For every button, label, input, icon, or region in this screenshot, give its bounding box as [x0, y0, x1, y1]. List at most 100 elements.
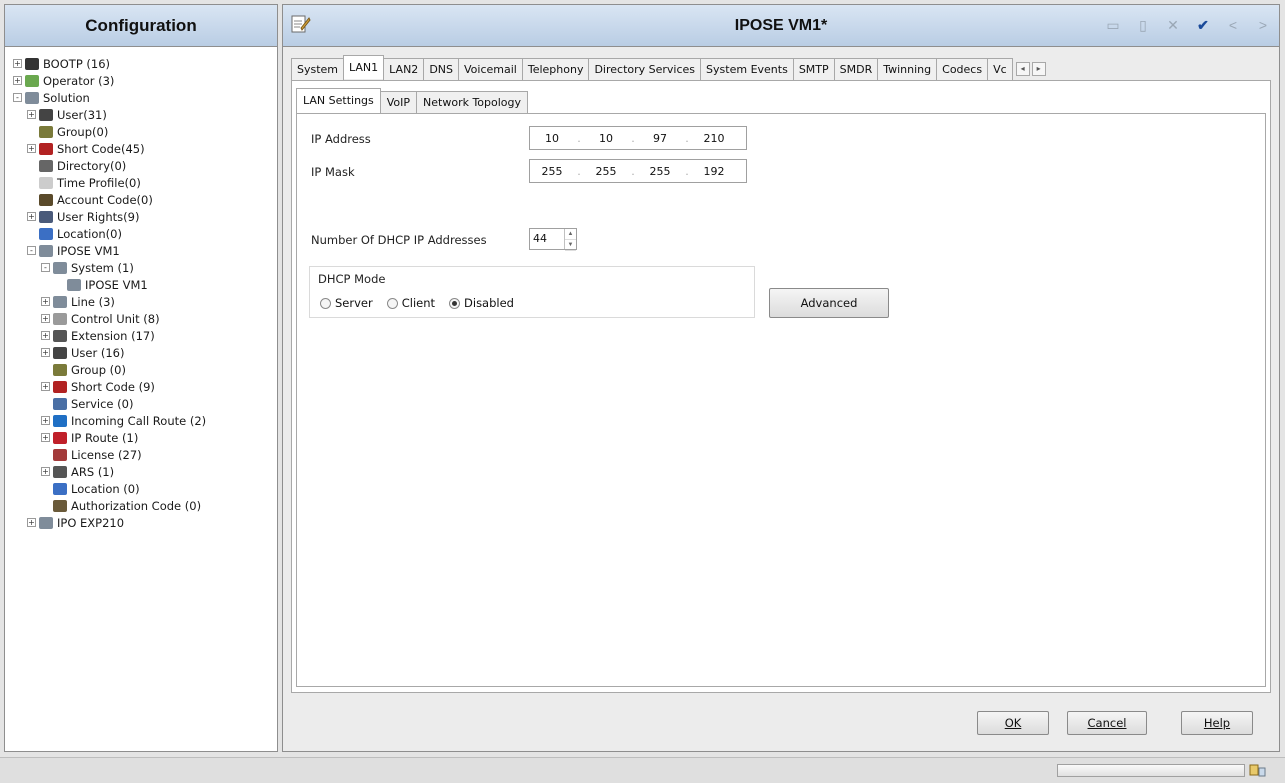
copy-record-icon[interactable]: ▯ — [1135, 17, 1151, 33]
tab-directory-services[interactable]: Directory Services — [588, 58, 702, 80]
spin-down-icon[interactable]: ▼ — [565, 240, 576, 251]
dhcp-mode-disabled-label[interactable]: Disabled — [464, 296, 514, 310]
tree-item[interactable]: - System (1) — [9, 259, 277, 276]
tab-scroll-left-icon[interactable]: ◂ — [1015, 62, 1030, 76]
tree-item[interactable]: + Extension (17) — [9, 327, 277, 344]
ip-address-octet-4[interactable]: 210 — [692, 132, 736, 145]
tab-system[interactable]: System — [291, 58, 345, 80]
dhcp-count-value[interactable]: 44 — [530, 229, 564, 249]
tree-item[interactable]: + Incoming Call Route (2) — [9, 412, 277, 429]
tree-item[interactable]: Directory(0) — [9, 157, 277, 174]
tab-twinning[interactable]: Twinning — [877, 58, 938, 80]
ip-mask-octet-3[interactable]: 255 — [638, 165, 682, 178]
ip-address-octet-1[interactable]: 10 — [530, 132, 574, 145]
expand-icon[interactable]: + — [13, 59, 22, 68]
expand-icon[interactable]: + — [13, 76, 22, 85]
tree-item[interactable]: + BOOTP (16) — [9, 55, 277, 72]
dhcp-mode-server-label[interactable]: Server — [335, 296, 373, 310]
ip-address-octet-3[interactable]: 97 — [638, 132, 682, 145]
previous-icon[interactable]: < — [1225, 17, 1241, 33]
expand-icon[interactable]: + — [41, 433, 50, 442]
expand-icon[interactable]: + — [41, 382, 50, 391]
expand-icon[interactable]: + — [41, 348, 50, 357]
expand-icon[interactable]: + — [41, 314, 50, 323]
close-icon[interactable]: ✕ — [1165, 17, 1181, 33]
dhcp-mode-server-radio[interactable] — [320, 297, 331, 309]
tab-voicemail[interactable]: Voicemail — [458, 58, 523, 80]
tree-item[interactable]: Location (0) — [9, 480, 277, 497]
configuration-pane: Configuration + BOOTP (16) + Operator (3) - S… — [4, 4, 278, 752]
tree-item[interactable]: Group (0) — [9, 361, 277, 378]
subtab-lan-settings[interactable]: LAN Settings — [296, 88, 381, 113]
tab-dns[interactable]: DNS — [423, 58, 459, 80]
tree-item[interactable]: + Short Code(45) — [9, 140, 277, 157]
tree-item[interactable]: Location(0) — [9, 225, 277, 242]
spin-up-icon[interactable]: ▲ — [565, 229, 576, 240]
tree-item[interactable]: Service (0) — [9, 395, 277, 412]
tree-item[interactable]: + Operator (3) — [9, 72, 277, 89]
dhcp-mode-client-radio[interactable] — [386, 297, 398, 309]
tree-item[interactable]: + Short Code (9) — [9, 378, 277, 395]
tree-item[interactable]: + Control Unit (8) — [9, 310, 277, 327]
dhcp-mode-disabled-radio[interactable] — [449, 297, 461, 309]
expand-icon[interactable]: + — [41, 331, 50, 340]
new-record-icon[interactable]: ▭ — [1105, 17, 1121, 33]
expand-icon[interactable]: + — [27, 212, 36, 221]
next-icon[interactable]: > — [1255, 17, 1271, 33]
tab-smtp[interactable]: SMTP — [792, 58, 835, 80]
advanced-button[interactable]: Advanced — [769, 288, 889, 318]
cancel-button[interactable]: Cancel — [1067, 711, 1147, 735]
expand-icon[interactable]: + — [41, 297, 50, 306]
tree-item[interactable]: Group(0) — [9, 123, 277, 140]
check-icon[interactable]: ✔ — [1195, 17, 1211, 33]
tree-item[interactable]: + ARS (1) — [9, 463, 277, 480]
expand-icon[interactable]: + — [41, 467, 50, 476]
tree-item[interactable]: + User(31) — [9, 106, 277, 123]
help-button[interactable]: Help — [1181, 711, 1253, 735]
tree-item[interactable]: - Solution — [9, 89, 277, 106]
dhcp-count-spinner[interactable]: 44 ▲ ▼ — [529, 228, 577, 251]
collapse-icon[interactable]: - — [27, 246, 36, 255]
ip-mask-field[interactable]: 255. 255. 255. 192 — [529, 159, 747, 183]
subtab-network-topology[interactable]: Network Topology — [416, 91, 529, 113]
tab-system-events[interactable]: System Events — [700, 58, 794, 80]
subtab-voip[interactable]: VoIP — [379, 91, 418, 113]
expand-icon[interactable]: + — [27, 110, 36, 119]
collapse-icon[interactable]: - — [13, 93, 22, 102]
tab-lan2[interactable]: LAN2 — [383, 58, 425, 80]
tree-item[interactable]: License (27) — [9, 446, 277, 463]
tree-item[interactable]: IPOSE VM1 — [9, 276, 277, 293]
ok-button[interactable]: OK — [977, 711, 1049, 735]
expand-icon[interactable]: + — [27, 144, 36, 153]
tree-item[interactable]: + IPO EXP210 — [9, 514, 277, 531]
ip-address-field[interactable]: 10. 10. 97. 210 — [529, 126, 747, 150]
ip-mask-octet-4[interactable]: 192 — [692, 165, 736, 178]
tree-item-label: Incoming Call Route (2) — [71, 413, 207, 428]
tree-item[interactable]: + IP Route (1) — [9, 429, 277, 446]
tree-item[interactable]: Authorization Code (0) — [9, 497, 277, 514]
tree-item-label: Line (3) — [71, 294, 115, 309]
tab-vc[interactable]: Vc — [987, 58, 1013, 80]
tree-item[interactable]: + User Rights(9) — [9, 208, 277, 225]
tab-codecs[interactable]: Codecs — [936, 58, 989, 80]
tree-item[interactable]: - IPOSE VM1 — [9, 242, 277, 259]
tab-lan1[interactable]: LAN1 — [343, 55, 385, 79]
ip-address-octet-2[interactable]: 10 — [584, 132, 628, 145]
ip-mask-octet-2[interactable]: 255 — [584, 165, 628, 178]
tab-telephony[interactable]: Telephony — [521, 58, 590, 80]
tree-item[interactable]: Time Profile(0) — [9, 174, 277, 191]
ip-mask-octet-1[interactable]: 255 — [530, 165, 574, 178]
collapse-icon[interactable]: - — [41, 263, 50, 272]
user-icon — [53, 346, 67, 359]
tree-item[interactable]: Account Code(0) — [9, 191, 277, 208]
tab-scroll-right-icon[interactable]: ▸ — [1031, 62, 1046, 76]
dhcp-mode-client-label[interactable]: Client — [402, 296, 435, 310]
expand-icon[interactable]: + — [27, 518, 36, 527]
expand-icon[interactable]: + — [41, 416, 50, 425]
tree-item[interactable]: + Line (3) — [9, 293, 277, 310]
tree-item[interactable]: + User (16) — [9, 344, 277, 361]
tab-smdr[interactable]: SMDR — [833, 58, 879, 80]
